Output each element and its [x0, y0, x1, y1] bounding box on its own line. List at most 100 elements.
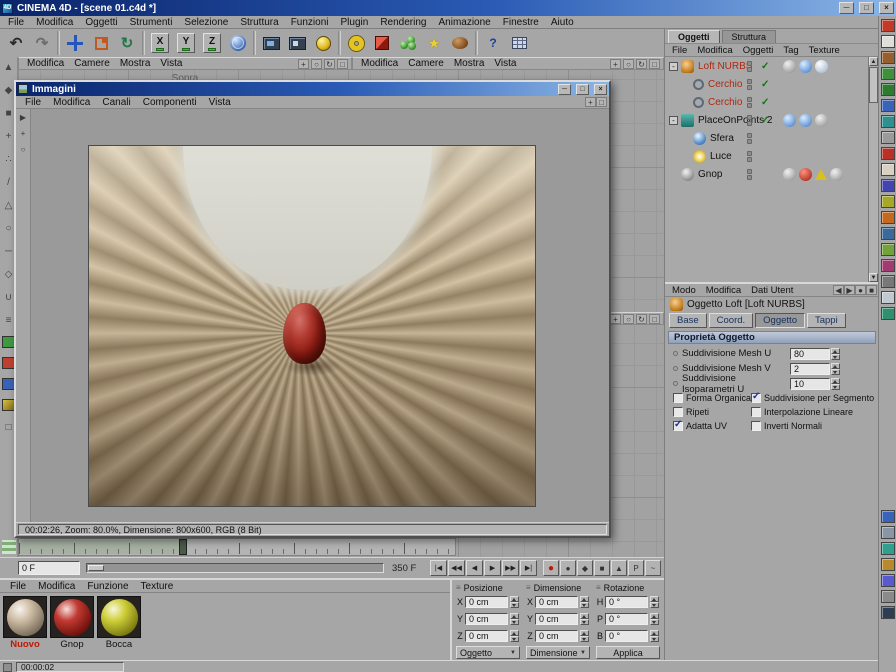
lock-z-button[interactable]: Z	[199, 30, 225, 57]
palette-icon[interactable]	[880, 99, 895, 112]
menu-file[interactable]: File	[2, 16, 30, 28]
am-menu-modo[interactable]: Modo	[667, 284, 701, 296]
spinner[interactable]	[650, 595, 659, 608]
spinner[interactable]	[650, 629, 659, 642]
mat-menu-file[interactable]: File	[4, 580, 32, 592]
object-name[interactable]: Cerchio	[708, 97, 742, 108]
coordinate-system-button[interactable]	[225, 30, 251, 57]
redo-button[interactable]: ↷	[29, 30, 55, 57]
spinner[interactable]	[650, 612, 659, 625]
object-row-placeonpoints[interactable]: - PlaceOnPoints 2 ✓	[665, 111, 869, 129]
vp2-menu-camere[interactable]: Camere	[403, 58, 449, 69]
menu-modifica[interactable]: Modifica	[30, 16, 79, 28]
palette-icon[interactable]	[880, 35, 895, 48]
tab-base[interactable]: Base	[669, 312, 707, 328]
anim-dot-icon[interactable]	[673, 351, 678, 356]
pan-view-icon[interactable]: +	[298, 59, 309, 69]
light-palette-button[interactable]: ★	[421, 30, 447, 57]
pv-hand-tool[interactable]: +	[21, 129, 26, 138]
material-preview[interactable]	[97, 596, 141, 638]
primitive-palette-button[interactable]	[369, 30, 395, 57]
material-item-bocca[interactable]: Bocca	[97, 596, 141, 650]
vp-menu-modifica[interactable]: Modifica	[22, 58, 69, 69]
palette-icon[interactable]	[880, 227, 895, 240]
toggle-view-icon[interactable]: □	[337, 59, 348, 69]
interpolazione-lineare-checkbox[interactable]	[751, 407, 761, 417]
material-name[interactable]: Nuovo	[3, 638, 47, 650]
palette-icon[interactable]	[880, 211, 895, 224]
palette-icon[interactable]	[880, 574, 895, 587]
spinner[interactable]	[510, 595, 519, 608]
enabled-check-icon[interactable]: ✓	[761, 61, 769, 72]
menu-selezione[interactable]: Selezione	[178, 16, 234, 28]
rotate-view-icon[interactable]: ↻	[324, 59, 335, 69]
spinner[interactable]	[831, 377, 840, 390]
menu-aiuto[interactable]: Aiuto	[545, 16, 580, 28]
pv-close-button[interactable]: ×	[594, 83, 607, 95]
pv-menu-canali[interactable]: Canali	[96, 96, 136, 108]
deformer-palette-button[interactable]	[447, 30, 473, 57]
tab-tappi[interactable]: Tappi	[806, 312, 846, 328]
pv-minimize-button[interactable]: ─	[558, 83, 571, 95]
mat-menu-modifica[interactable]: Modifica	[32, 580, 81, 592]
om-menu-tag[interactable]: Tag	[778, 44, 803, 56]
visibility-dots[interactable]	[747, 78, 752, 90]
am-menu-dati-utente[interactable]: Dati Utent	[746, 284, 798, 296]
palette-icon[interactable]	[880, 590, 895, 603]
inverti-normali-checkbox[interactable]	[751, 421, 761, 431]
pv-maximize-button[interactable]: □	[576, 83, 589, 95]
material-item-nuovo[interactable]: Nuovo	[3, 596, 47, 650]
vp-menu-vista[interactable]: Vista	[155, 58, 187, 69]
picture-viewer-titlebar[interactable]: Immagini ─ □ ×	[16, 82, 609, 96]
picture-viewer-window[interactable]: Immagini ─ □ × File Modifica Canali Comp…	[14, 80, 611, 538]
texture-tag-icon[interactable]	[783, 113, 796, 127]
anim-dot-icon[interactable]	[673, 381, 678, 386]
om-menu-modifica[interactable]: Modifica	[692, 44, 737, 56]
tab-coord[interactable]: Coord.	[708, 312, 754, 328]
material-name[interactable]: Bocca	[97, 638, 141, 650]
material-name[interactable]: Gnop	[50, 638, 94, 650]
size-z-field[interactable]: 0 cm	[535, 629, 578, 642]
spinner[interactable]	[510, 612, 519, 625]
menu-rendering[interactable]: Rendering	[374, 16, 432, 28]
frame-slider[interactable]	[86, 563, 384, 573]
apply-button[interactable]: Applica	[596, 646, 660, 659]
object-row-cerchio-1[interactable]: Cerchio ✓	[665, 75, 869, 93]
object-name[interactable]: Luce	[710, 151, 732, 162]
lock-icon[interactable]: ●	[855, 285, 866, 295]
material-item-gnop[interactable]: Gnop	[50, 596, 94, 650]
om-menu-texture[interactable]: Texture	[804, 44, 845, 56]
spinner[interactable]	[510, 629, 519, 642]
goto-start-button[interactable]: |◀	[430, 560, 447, 576]
pv-pointer-tool[interactable]: ▶	[20, 113, 26, 122]
mat-menu-funzione[interactable]: Funzione	[81, 580, 134, 592]
pv-pan-icon[interactable]: +	[585, 97, 596, 107]
autokey-button[interactable]: ●	[560, 560, 576, 576]
palette-icon[interactable]	[880, 131, 895, 144]
texture-tag-icon[interactable]	[799, 59, 812, 73]
tab-oggetti[interactable]: Oggetti	[668, 30, 720, 43]
collapse-icon[interactable]: -	[669, 115, 678, 125]
menu-strumenti[interactable]: Strumenti	[124, 16, 179, 28]
previous-frame-button[interactable]: ◀	[466, 560, 483, 576]
object-name[interactable]: Sfera	[710, 133, 734, 144]
mesh-u-input[interactable]: 80	[790, 347, 830, 360]
palette-icon[interactable]	[880, 179, 895, 192]
spinner[interactable]	[580, 612, 589, 625]
goto-end-button[interactable]: ▶|	[520, 560, 537, 576]
object-name[interactable]: Cerchio	[708, 79, 742, 90]
visibility-dots[interactable]	[747, 96, 752, 108]
close-button[interactable]: ×	[879, 2, 894, 14]
rotation-b-field[interactable]: 0 °	[605, 629, 648, 642]
position-x-field[interactable]: 0 cm	[465, 595, 508, 608]
title-bar[interactable]: 4D CINEMA 4D - [scene 01.c4d *] ─ □ ×	[0, 0, 896, 16]
pv-maximize-icon[interactable]: □	[596, 97, 607, 107]
phong-tag-icon[interactable]	[830, 167, 843, 181]
undo-button[interactable]: ↶	[3, 30, 29, 57]
minimize-button[interactable]: ─	[839, 2, 854, 14]
browser-button[interactable]	[506, 30, 532, 57]
play-button[interactable]: ▶	[484, 560, 501, 576]
spinner[interactable]	[580, 595, 589, 608]
pv-menu-vista[interactable]: Vista	[203, 96, 237, 108]
tab-oggetto[interactable]: Oggetto	[755, 312, 805, 328]
